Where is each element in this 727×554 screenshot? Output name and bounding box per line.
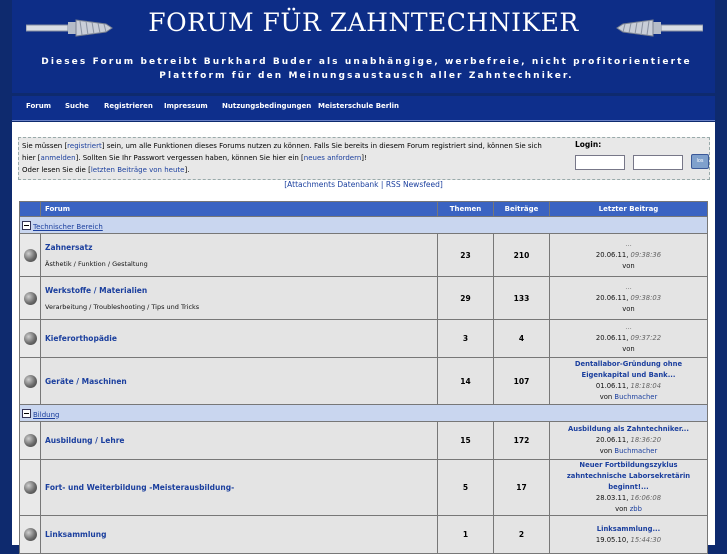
forum-row: Ausbildung / Lehre 15 172 Ausbildung als… [19,421,708,460]
dental-bur-right-icon [616,19,703,37]
forum-description: Ästhetik / Funktion / Gestaltung [45,259,148,268]
table-header: Forum Themen Beiträge Letzter Beitrag [19,201,708,217]
password-input[interactable] [633,155,683,170]
last-post: ... 20.06.11, 09:38:36 von [549,233,708,277]
forum-status-icon [23,248,37,262]
login-label: Login: [575,140,602,149]
forum-beitraege: 210 [493,233,550,277]
forum-themen: 14 [437,357,494,405]
forum-themen: 5 [437,459,494,516]
forum-beitraege: 2 [493,515,550,554]
nav-registrieren[interactable]: Registrieren [104,102,153,110]
nav-forum[interactable]: Forum [26,102,51,110]
category-row: Technischer Bereich [19,216,708,234]
forum-row: Werkstoffe / Materialien Verarbeitung / T… [19,276,708,320]
last-post: Linksammlung... 19.05.10, 15:44:30 [549,515,708,554]
forum-name[interactable]: Werkstoffe / Materialien [45,286,433,295]
forum-themen: 1 [437,515,494,554]
request-password-link[interactable]: neues anfordern [304,154,362,162]
col-beitraege: Beiträge [493,201,550,217]
col-forum: Forum [40,201,438,217]
forum-row: Fort- und Weiterbildung -Meisterausbildu… [19,459,708,516]
category-row: Bildung [19,404,708,422]
forum-beitraege: 107 [493,357,550,405]
main-content: Sie müssen [registriert] sein, um alle F… [12,122,715,554]
forum-name[interactable]: Zahnersatz [45,243,433,252]
rss-link[interactable]: RSS Newsfeed [386,180,440,189]
attachments-link[interactable]: Attachments Datenbank [287,180,378,189]
forum-beitraege: 4 [493,319,550,358]
collapse-icon[interactable] [22,220,31,230]
nav-suche[interactable]: Suche [65,102,89,110]
collapse-icon[interactable] [22,408,31,418]
col-themen: Themen [437,201,494,217]
forum-name[interactable]: Fort- und Weiterbildung -Meisterausbildu… [45,483,433,492]
forum-name[interactable]: Kieferorthopädie [45,334,433,343]
nav-meisterschule-berlin[interactable]: Meisterschule Berlin [318,102,399,110]
forum-themen: 3 [437,319,494,358]
site-header: FORUM FÜR ZAHNTECHNIKER Dieses Forum bet… [12,0,715,93]
forum-status-icon [23,332,37,345]
last-post: Ausbildung als Zahntechniker... 20.06.11… [549,421,708,460]
login-box: Sie müssen [registriert] sein, um alle F… [18,137,710,180]
last-post: ... 20.06.11, 09:38:03 von [549,276,708,320]
nav-nutzungsbedingungen[interactable]: Nutzungsbedingungen [222,102,311,110]
last-post: Neuer Fortbildungszyklus zahntechnische … [549,459,708,516]
forum-status-icon [23,374,37,388]
site-subtitle: Dieses Forum betreibt Burkhard Buder als… [41,57,692,81]
forum-beitraege: 172 [493,421,550,460]
category-title[interactable]: Technischer Bereich [33,223,103,231]
last-post: Dentallabor-Gründung ohne Eigenkapital u… [549,357,708,405]
register-link[interactable]: registriert [67,142,102,150]
main-navbar: Forum Suche Registrieren Impressum Nutzu… [12,96,715,121]
col-letzter-beitrag: Letzter Beitrag [549,201,708,217]
login-button[interactable]: los [691,154,709,169]
forum-beitraege: 17 [493,459,550,516]
forum-name[interactable]: Geräte / Maschinen [45,377,433,386]
login-link[interactable]: anmelden [41,154,76,162]
forum-row: Kieferorthopädie 3 4 ... 20.06.11, 09:37… [19,319,708,358]
latest-posts-link[interactable]: letzten Beiträge von heute [91,166,185,174]
last-post: ... 20.06.11, 09:37:22 von [549,319,708,358]
forum-name[interactable]: Linksammlung [45,530,433,539]
forum-row: Zahnersatz Ästhetik / Funktion / Gestaltu… [19,233,708,277]
forum-name[interactable]: Ausbildung / Lehre [45,436,433,445]
feeds-links: [Attachments Datenbank | RSS Newsfeed] [284,180,443,189]
forum-status-icon [23,291,37,305]
forum-row: Geräte / Maschinen 14 107 Dentallabor-Gr… [19,357,708,405]
forum-table: Forum Themen Beiträge Letzter Beitrag Te… [19,201,708,554]
forum-beitraege: 133 [493,276,550,320]
forum-status-icon [23,481,37,494]
forum-themen: 23 [437,233,494,277]
category-title[interactable]: Bildung [33,411,59,419]
forum-status-icon [23,528,37,541]
username-input[interactable] [575,155,625,170]
forum-themen: 29 [437,276,494,320]
forum-row: Linksammlung 1 2 Linksammlung... 19.05.1… [19,515,708,554]
site-title: FORUM FÜR ZAHNTECHNIKER [148,8,579,37]
login-message: Sie müssen [registriert] sein, um alle F… [22,142,542,174]
nav-impressum[interactable]: Impressum [164,102,208,110]
forum-themen: 15 [437,421,494,460]
forum-description: Verarbeitung / Troubleshooting / Tips un… [45,302,200,311]
forum-status-icon [23,434,37,447]
